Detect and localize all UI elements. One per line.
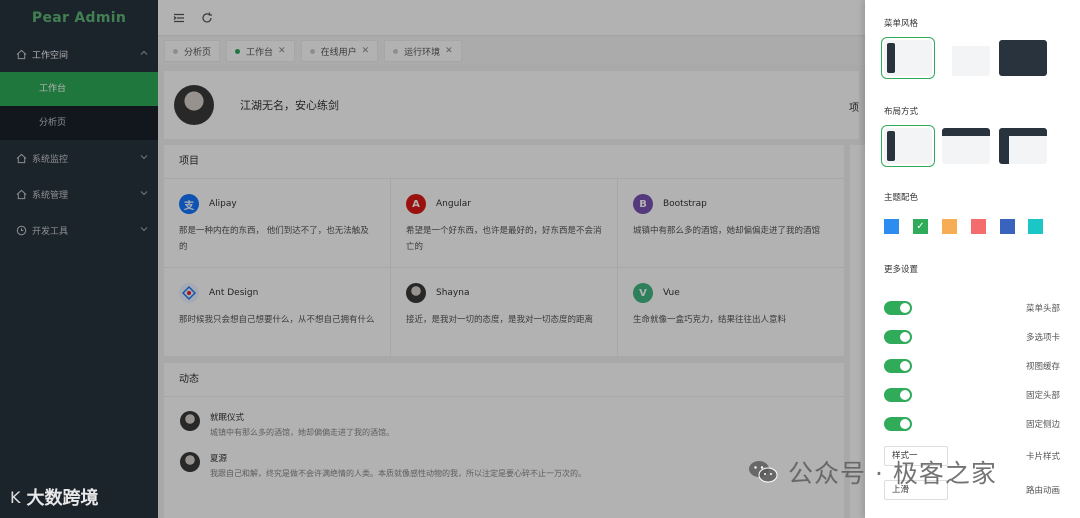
watermark-right-text: 公众号 · 极客之家 <box>788 459 997 488</box>
menu-style-dark[interactable] <box>999 40 1047 76</box>
toggle-knob <box>900 390 910 400</box>
settings-drawer: 菜单风格 布局方式 主题配色 ✓ 更多设置 菜单头部 多选项卡 视图缓存 固定头… <box>865 0 1080 518</box>
toggle-row-menu-header: 菜单头部 <box>884 299 1060 317</box>
toggle-knob <box>900 419 910 429</box>
toggle-label: 固定头部 <box>1025 391 1060 401</box>
layout-title: 布局方式 <box>884 107 919 117</box>
theme-color-swatch[interactable] <box>942 219 957 234</box>
toggle-row-fixed-sidebar: 固定侧边 <box>884 415 1060 433</box>
toggle-row-fixed-header: 固定头部 <box>884 386 1060 404</box>
toggle-label: 多选项卡 <box>1025 333 1060 343</box>
layout-mixed[interactable] <box>999 128 1047 164</box>
watermark-left: K 大数跨境 <box>10 484 99 510</box>
watermark-left-text: 大数跨境 <box>26 488 99 509</box>
menu-style-dark-side[interactable] <box>881 37 935 79</box>
theme-color-swatch[interactable] <box>884 219 899 234</box>
toggle-row-view-cache: 视图缓存 <box>884 357 1060 375</box>
fixed-header-toggle[interactable] <box>884 388 912 402</box>
theme-color-swatch[interactable]: ✓ <box>913 219 928 234</box>
wechat-icon <box>748 459 778 485</box>
toggle-knob <box>900 361 910 371</box>
multi-tab-toggle[interactable] <box>884 330 912 344</box>
check-icon: ✓ <box>916 221 925 232</box>
menu-style-light[interactable] <box>942 40 990 76</box>
more-settings-title: 更多设置 <box>884 265 919 275</box>
layout-side[interactable] <box>881 125 935 167</box>
watermark-right: 公众号 · 极客之家 <box>748 454 997 490</box>
toggle-label: 固定侧边 <box>1025 420 1060 430</box>
theme-title: 主题配色 <box>884 193 919 203</box>
theme-color-swatch[interactable] <box>971 219 986 234</box>
select-label: 路由动画 <box>1025 486 1060 496</box>
toggle-knob <box>900 332 910 342</box>
drawer-overlay[interactable] <box>0 0 865 518</box>
toggle-knob <box>900 303 910 313</box>
view-cache-toggle[interactable] <box>884 359 912 373</box>
watermark-left-logo: K <box>10 487 21 507</box>
toggle-label: 菜单头部 <box>1025 304 1060 314</box>
theme-color-swatch[interactable] <box>1028 219 1043 234</box>
toggle-row-multi-tab: 多选项卡 <box>884 328 1060 346</box>
menu-style-title: 菜单风格 <box>884 19 919 29</box>
menu-header-toggle[interactable] <box>884 301 912 315</box>
theme-color-swatch[interactable] <box>1000 219 1015 234</box>
layout-top[interactable] <box>942 128 990 164</box>
select-label: 卡片样式 <box>1025 452 1060 462</box>
fixed-sidebar-toggle[interactable] <box>884 417 912 431</box>
toggle-label: 视图缓存 <box>1025 362 1060 372</box>
